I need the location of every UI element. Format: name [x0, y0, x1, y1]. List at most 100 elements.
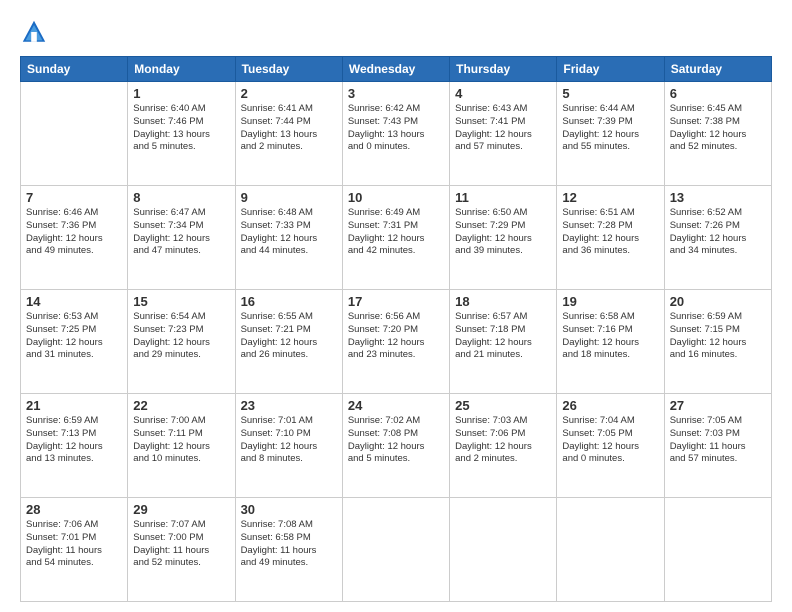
calendar-cell: 2Sunrise: 6:41 AM Sunset: 7:44 PM Daylig…	[235, 82, 342, 186]
calendar-cell: 9 Sunrise: 6:48 AM Sunset: 7:33 PM Daylig…	[235, 186, 342, 290]
cell-content: Sunrise: 6:46 AM Sunset: 7:36 PM Dayligh…	[26, 207, 122, 258]
day-number: 12	[562, 190, 658, 205]
cell-content: Sunrise: 7:02 AM Sunset: 7:08 PM Dayligh…	[348, 415, 444, 466]
cell-content: Sunrise: 6:42 AM Sunset: 7:43 PM Dayligh…	[348, 103, 444, 154]
cell-content: Sunrise: 6:47 AM Sunset: 7:34 PM Dayligh…	[133, 207, 229, 258]
calendar-cell: 17 Sunrise: 6:56 AM Sunset: 7:20 PM Dayli…	[342, 290, 449, 394]
calendar-cell: 20Sunrise: 6:59 AM Sunset: 7:15 PM Dayli…	[664, 290, 771, 394]
day-number: 1	[133, 86, 229, 101]
cell-content: Sunrise: 6:45 AM Sunset: 7:38 PM Dayligh…	[670, 103, 766, 154]
calendar-cell: 7 Sunrise: 6:46 AM Sunset: 7:36 PM Daylig…	[21, 186, 128, 290]
cell-content: Sunrise: 7:06 AM Sunset: 7:01 PM Dayligh…	[26, 519, 122, 570]
cell-content: Sunrise: 7:08 AM Sunset: 6:58 PM Dayligh…	[241, 519, 337, 570]
day-number: 8	[133, 190, 229, 205]
cell-content: Sunrise: 6:49 AM Sunset: 7:31 PM Dayligh…	[348, 207, 444, 258]
day-number: 26	[562, 398, 658, 413]
calendar-cell: 14 Sunrise: 6:53 AM Sunset: 7:25 PM Dayli…	[21, 290, 128, 394]
cell-content: Sunrise: 7:03 AM Sunset: 7:06 PM Dayligh…	[455, 415, 551, 466]
day-number: 15	[133, 294, 229, 309]
cell-content: Sunrise: 6:41 AM Sunset: 7:44 PM Dayligh…	[241, 103, 337, 154]
cell-content: Sunrise: 7:01 AM Sunset: 7:10 PM Dayligh…	[241, 415, 337, 466]
cell-content: Sunrise: 6:50 AM Sunset: 7:29 PM Dayligh…	[455, 207, 551, 258]
day-number: 27	[670, 398, 766, 413]
weekday-header-thursday: Thursday	[450, 57, 557, 82]
calendar-cell: 12 Sunrise: 6:51 AM Sunset: 7:28 PM Dayli…	[557, 186, 664, 290]
week-row-5: 28 Sunrise: 7:06 AM Sunset: 7:01 PM Dayli…	[21, 498, 772, 602]
day-number: 24	[348, 398, 444, 413]
cell-content: Sunrise: 6:55 AM Sunset: 7:21 PM Dayligh…	[241, 311, 337, 362]
week-row-4: 21 Sunrise: 6:59 AM Sunset: 7:13 PM Dayli…	[21, 394, 772, 498]
weekday-header-wednesday: Wednesday	[342, 57, 449, 82]
calendar-cell: 1 Sunrise: 6:40 AM Sunset: 7:46 PM Daylig…	[128, 82, 235, 186]
weekday-header-monday: Monday	[128, 57, 235, 82]
day-number: 25	[455, 398, 551, 413]
day-number: 17	[348, 294, 444, 309]
calendar-cell: 8 Sunrise: 6:47 AM Sunset: 7:34 PM Daylig…	[128, 186, 235, 290]
cell-content: Sunrise: 6:48 AM Sunset: 7:33 PM Dayligh…	[241, 207, 337, 258]
calendar-cell: 25 Sunrise: 7:03 AM Sunset: 7:06 PM Dayli…	[450, 394, 557, 498]
cell-content: Sunrise: 7:00 AM Sunset: 7:11 PM Dayligh…	[133, 415, 229, 466]
day-number: 7	[26, 190, 122, 205]
logo-icon	[20, 18, 48, 46]
calendar-cell: 15 Sunrise: 6:54 AM Sunset: 7:23 PM Dayli…	[128, 290, 235, 394]
calendar-cell: 19 Sunrise: 6:58 AM Sunset: 7:16 PM Dayli…	[557, 290, 664, 394]
day-number: 28	[26, 502, 122, 517]
calendar-cell: 6 Sunrise: 6:45 AM Sunset: 7:38 PM Daylig…	[664, 82, 771, 186]
calendar-cell: 13Sunrise: 6:52 AM Sunset: 7:26 PM Dayli…	[664, 186, 771, 290]
cell-content: Sunrise: 6:51 AM Sunset: 7:28 PM Dayligh…	[562, 207, 658, 258]
day-number: 18	[455, 294, 551, 309]
calendar-cell: 21 Sunrise: 6:59 AM Sunset: 7:13 PM Dayli…	[21, 394, 128, 498]
calendar-cell: 16 Sunrise: 6:55 AM Sunset: 7:21 PM Dayli…	[235, 290, 342, 394]
calendar-cell: 22 Sunrise: 7:00 AM Sunset: 7:11 PM Dayli…	[128, 394, 235, 498]
calendar-cell: 24 Sunrise: 7:02 AM Sunset: 7:08 PM Dayli…	[342, 394, 449, 498]
day-number: 3	[348, 86, 444, 101]
day-number: 19	[562, 294, 658, 309]
calendar-cell	[342, 498, 449, 602]
calendar-cell: 5Sunrise: 6:44 AM Sunset: 7:39 PM Daylig…	[557, 82, 664, 186]
day-number: 21	[26, 398, 122, 413]
calendar-cell: 26 Sunrise: 7:04 AM Sunset: 7:05 PM Dayli…	[557, 394, 664, 498]
calendar-cell: 28 Sunrise: 7:06 AM Sunset: 7:01 PM Dayli…	[21, 498, 128, 602]
day-number: 14	[26, 294, 122, 309]
cell-content: Sunrise: 6:54 AM Sunset: 7:23 PM Dayligh…	[133, 311, 229, 362]
logo	[20, 18, 52, 46]
week-row-2: 7 Sunrise: 6:46 AM Sunset: 7:36 PM Daylig…	[21, 186, 772, 290]
weekday-header-tuesday: Tuesday	[235, 57, 342, 82]
cell-content: Sunrise: 7:07 AM Sunset: 7:00 PM Dayligh…	[133, 519, 229, 570]
day-number: 11	[455, 190, 551, 205]
header	[20, 18, 772, 46]
calendar-cell: 10 Sunrise: 6:49 AM Sunset: 7:31 PM Dayli…	[342, 186, 449, 290]
day-number: 4	[455, 86, 551, 101]
cell-content: Sunrise: 6:58 AM Sunset: 7:16 PM Dayligh…	[562, 311, 658, 362]
day-number: 16	[241, 294, 337, 309]
cell-content: Sunrise: 6:59 AM Sunset: 7:15 PM Dayligh…	[670, 311, 766, 362]
cell-content: Sunrise: 6:56 AM Sunset: 7:20 PM Dayligh…	[348, 311, 444, 362]
cell-content: Sunrise: 6:40 AM Sunset: 7:46 PM Dayligh…	[133, 103, 229, 154]
calendar-cell	[557, 498, 664, 602]
cell-content: Sunrise: 6:57 AM Sunset: 7:18 PM Dayligh…	[455, 311, 551, 362]
weekday-header-row: SundayMondayTuesdayWednesdayThursdayFrid…	[21, 57, 772, 82]
calendar-cell: 4Sunrise: 6:43 AM Sunset: 7:41 PM Daylig…	[450, 82, 557, 186]
week-row-1: 1 Sunrise: 6:40 AM Sunset: 7:46 PM Daylig…	[21, 82, 772, 186]
day-number: 22	[133, 398, 229, 413]
weekday-header-sunday: Sunday	[21, 57, 128, 82]
day-number: 23	[241, 398, 337, 413]
calendar-cell: 18 Sunrise: 6:57 AM Sunset: 7:18 PM Dayli…	[450, 290, 557, 394]
cell-content: Sunrise: 6:44 AM Sunset: 7:39 PM Dayligh…	[562, 103, 658, 154]
day-number: 9	[241, 190, 337, 205]
cell-content: Sunrise: 6:53 AM Sunset: 7:25 PM Dayligh…	[26, 311, 122, 362]
day-number: 10	[348, 190, 444, 205]
cell-content: Sunrise: 7:05 AM Sunset: 7:03 PM Dayligh…	[670, 415, 766, 466]
calendar-cell	[664, 498, 771, 602]
calendar-cell	[21, 82, 128, 186]
cell-content: Sunrise: 6:59 AM Sunset: 7:13 PM Dayligh…	[26, 415, 122, 466]
calendar-cell	[450, 498, 557, 602]
calendar-cell: 29Sunrise: 7:07 AM Sunset: 7:00 PM Dayli…	[128, 498, 235, 602]
calendar-cell: 3 Sunrise: 6:42 AM Sunset: 7:43 PM Daylig…	[342, 82, 449, 186]
week-row-3: 14 Sunrise: 6:53 AM Sunset: 7:25 PM Dayli…	[21, 290, 772, 394]
cell-content: Sunrise: 7:04 AM Sunset: 7:05 PM Dayligh…	[562, 415, 658, 466]
weekday-header-saturday: Saturday	[664, 57, 771, 82]
calendar-table: SundayMondayTuesdayWednesdayThursdayFrid…	[20, 56, 772, 602]
cell-content: Sunrise: 6:52 AM Sunset: 7:26 PM Dayligh…	[670, 207, 766, 258]
day-number: 6	[670, 86, 766, 101]
